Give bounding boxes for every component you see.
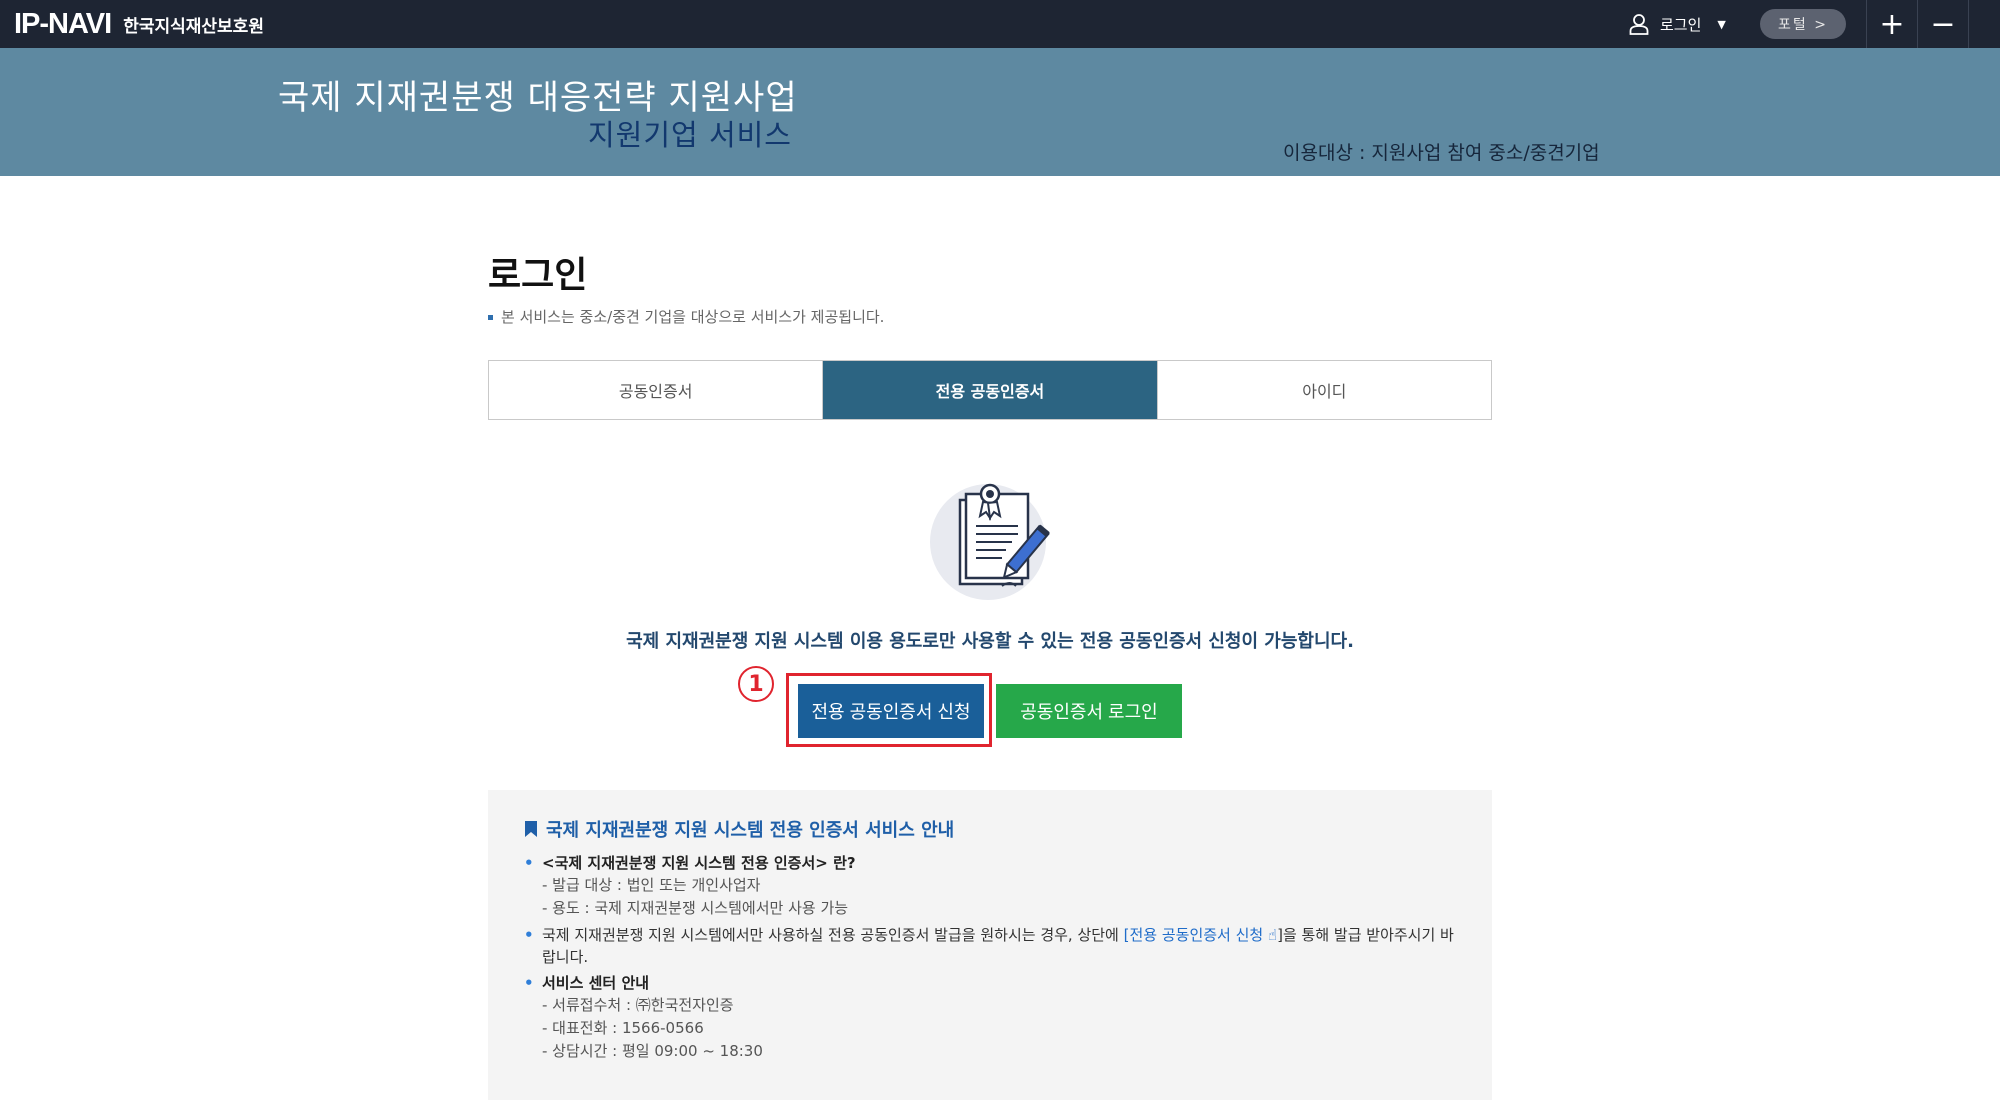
page-title: 로그인 (488, 255, 588, 296)
site-logo[interactable]: IP-NAVI 한국지식재산보호원 (14, 6, 264, 42)
info-sub-line: - 대표전화 : 1566-0566 (542, 1019, 704, 1037)
cert-login-button[interactable]: 공동인증서 로그인 (996, 684, 1182, 738)
list-bullet: • (524, 974, 534, 992)
logo-mark: IP-NAVI (14, 7, 112, 40)
bookmark-icon (524, 820, 538, 838)
tab-dedicated-certificate[interactable]: 전용 공동인증서 (822, 361, 1157, 419)
certificate-document-icon (926, 476, 1056, 604)
page-note: 본 서비스는 중소/중견 기업을 대상으로 서비스가 제공됩니다. (488, 306, 884, 327)
list-bullet: • (524, 854, 534, 872)
info-title-text: 국제 지재권분쟁 지원 시스템 전용 인증서 서비스 안내 (546, 820, 955, 841)
service-info-box: 국제 지재권분쟁 지원 시스템 전용 인증서 서비스 안내 • <국제 지재권분… (488, 790, 1492, 1100)
info-title: 국제 지재권분쟁 지원 시스템 전용 인증서 서비스 안내 (524, 816, 1456, 842)
info-item-head: 서비스 센터 안내 (542, 974, 650, 992)
banner-target-users: 이용대상 : 지원사업 참여 중소/중견기업 (1283, 142, 1600, 164)
logo-org-name: 한국지식재산보호원 (123, 16, 264, 37)
info-item2-text-before: 국제 지재권분쟁 지원 시스템에서만 사용하실 전용 공동인증서 발급을 원하시… (542, 926, 1124, 944)
service-banner: 국제 지재권분쟁 대응전략 지원사업 지원기업 서비스 이용대상 : 지원사업 … (0, 48, 2000, 176)
note-bullet (488, 315, 493, 320)
step-number-badge: 1 (738, 666, 774, 702)
apply-cert-inline-link[interactable]: [전용 공동인증서 신청 (1124, 926, 1268, 944)
info-item-head: <국제 지재권분쟁 지원 시스템 전용 인증서> 란? (542, 854, 856, 872)
tab-id[interactable]: 아이디 (1156, 361, 1491, 419)
banner-subtitle: 지원기업 서비스 (588, 118, 792, 152)
zoom-out-button[interactable]: − (1918, 0, 1968, 48)
zoom-in-button[interactable]: + (1867, 0, 1917, 48)
portal-button[interactable]: 포털 > (1760, 9, 1846, 39)
top-bar: IP-NAVI 한국지식재산보호원 로그인 ▼ 포털 > + − (0, 0, 2000, 48)
user-login-menu[interactable]: 로그인 ▼ (1628, 10, 1726, 38)
divider (1968, 0, 1969, 48)
page-note-text: 본 서비스는 중소/중견 기업을 대상으로 서비스가 제공됩니다. (501, 308, 885, 326)
info-item-service-center: • 서비스 센터 안내 - 서류접수처 : ㈜한국전자인증 - 대표전화 : 1… (524, 972, 1456, 1063)
pointing-hand-icon: ☝ (1267, 926, 1278, 944)
info-sub-line: - 서류접수처 : ㈜한국전자인증 (542, 996, 734, 1014)
info-item-definition: • <국제 지재권분쟁 지원 시스템 전용 인증서> 란? - 발급 대상 : … (524, 852, 1456, 920)
caret-down-icon: ▼ (1717, 17, 1726, 31)
info-sub-line: - 상담시간 : 평일 09:00 ~ 18:30 (542, 1042, 763, 1060)
info-item-issue-guide: • 국제 지재권분쟁 지원 시스템에서만 사용하실 전용 공동인증서 발급을 원… (524, 924, 1456, 968)
info-sub-line: - 용도 : 국제 지재권분쟁 시스템에서만 사용 가능 (542, 899, 849, 917)
tab-certificate[interactable]: 공동인증서 (489, 361, 823, 419)
info-sub-line: - 발급 대상 : 법인 또는 개인사업자 (542, 876, 761, 894)
login-method-tabs: 공동인증서 전용 공동인증서 아이디 (488, 360, 1492, 420)
list-bullet: • (524, 926, 534, 944)
login-menu-label: 로그인 (1660, 15, 1702, 34)
apply-dedicated-cert-button[interactable]: 전용 공동인증서 신청 (798, 684, 984, 738)
user-icon (1628, 13, 1650, 35)
dedicated-cert-notice: 국제 지재권분쟁 지원 시스템 이용 용도로만 사용할 수 있는 전용 공동인증… (626, 631, 1354, 652)
